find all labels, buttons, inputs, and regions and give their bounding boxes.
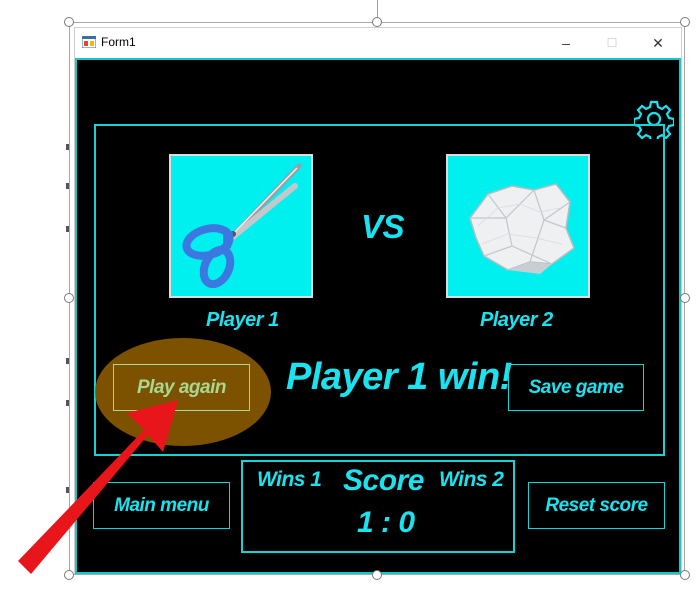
- arrow-icon: [18, 400, 178, 574]
